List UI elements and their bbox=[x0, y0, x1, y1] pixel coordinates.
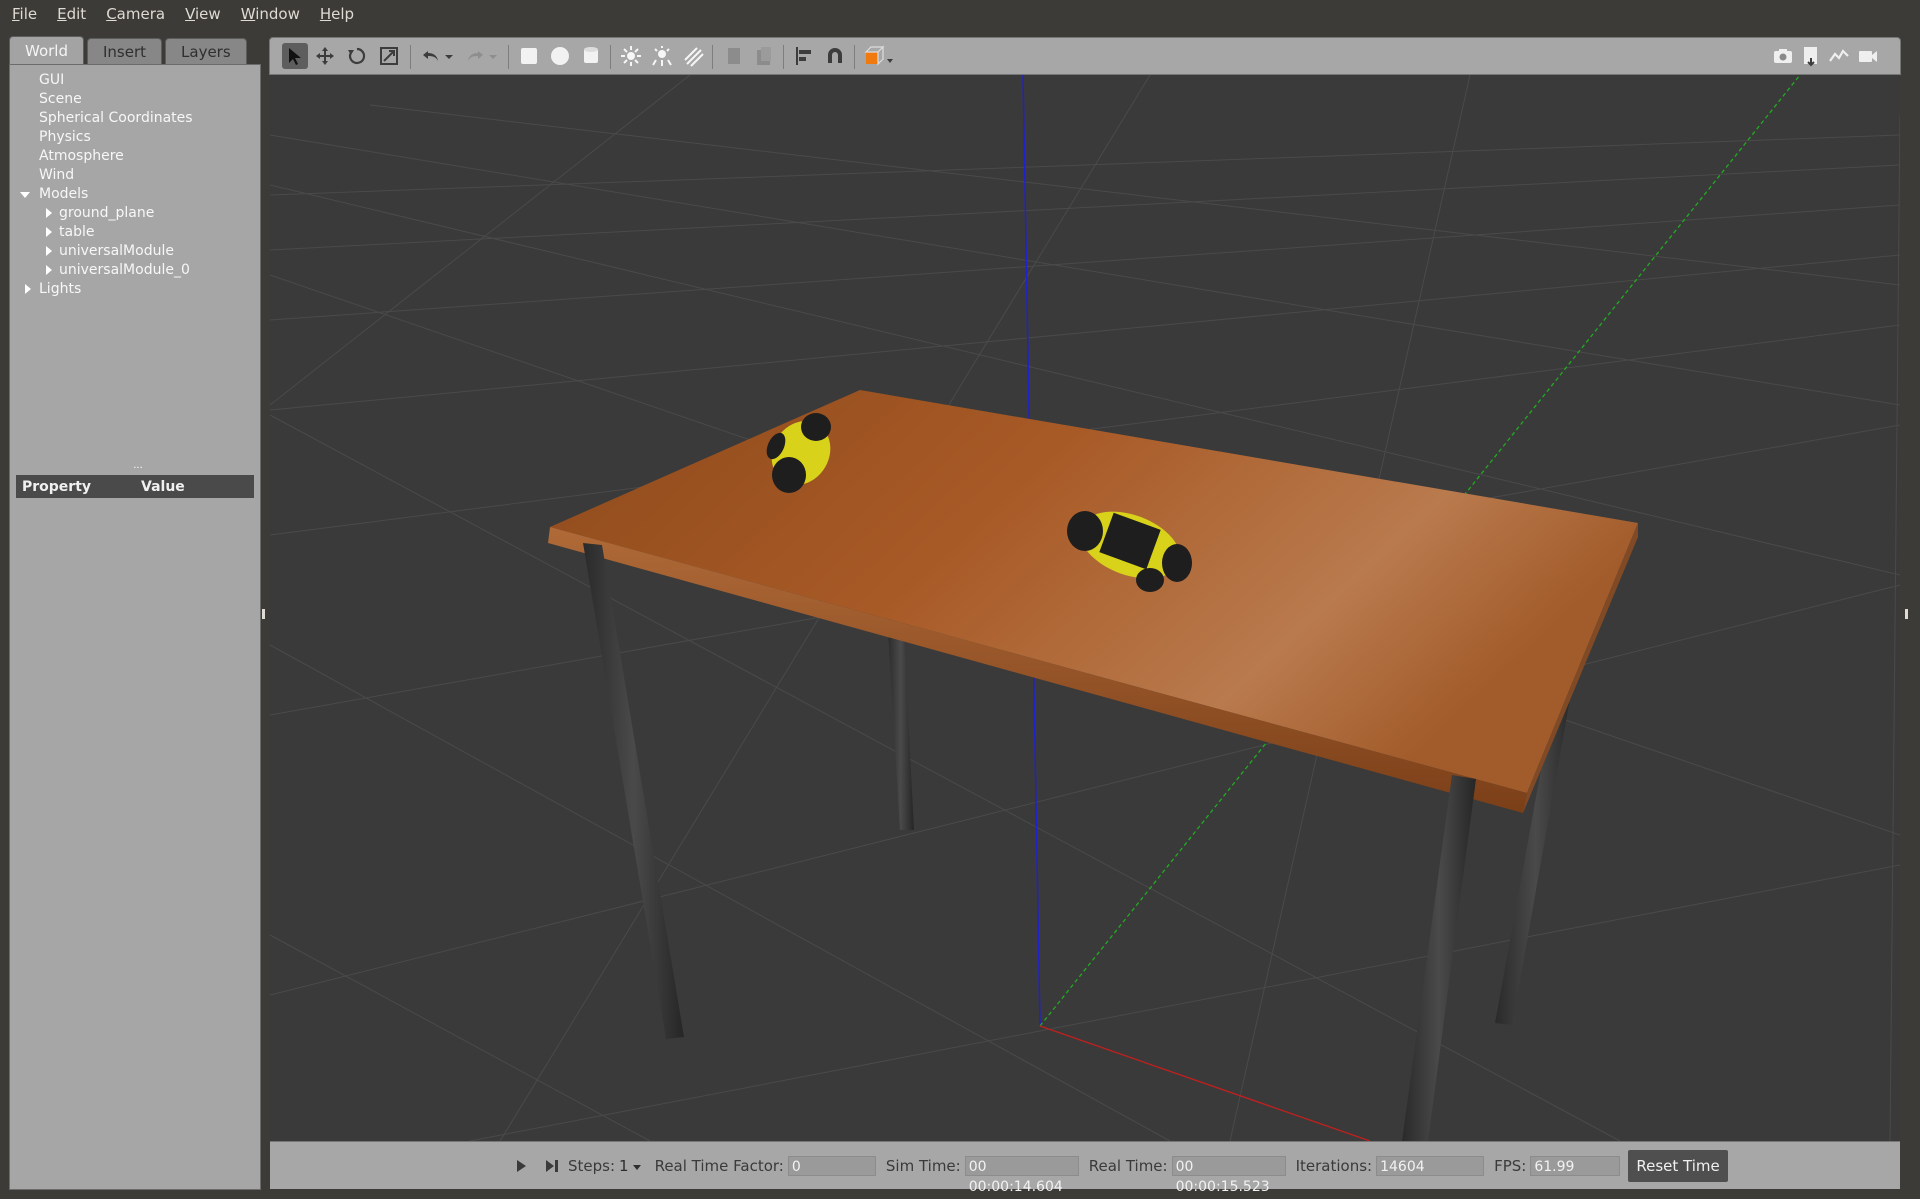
value-column-header[interactable]: Value bbox=[141, 479, 185, 495]
tree-item-models[interactable]: Models bbox=[10, 185, 260, 204]
align-icon[interactable] bbox=[791, 43, 817, 69]
undo-icon[interactable] bbox=[418, 43, 444, 69]
menu-edit[interactable]: Edit bbox=[45, 5, 94, 23]
left-panel-collapse-handle[interactable] bbox=[262, 609, 265, 619]
panel-splitter-handle[interactable]: ··· bbox=[133, 464, 143, 474]
tree-item-wind[interactable]: Wind bbox=[10, 166, 260, 185]
toolbar-separator bbox=[610, 45, 611, 69]
expand-right-icon[interactable] bbox=[46, 227, 52, 237]
table-leg-front-left bbox=[583, 543, 684, 1039]
tree-label-lights: Lights bbox=[39, 281, 82, 297]
tree-label: ground_plane bbox=[59, 205, 155, 221]
menu-file[interactable]: File bbox=[0, 5, 45, 23]
toolbar-separator bbox=[783, 45, 784, 69]
real-time-label: Real Time: bbox=[1088, 1156, 1168, 1175]
3d-scene-viewport[interactable] bbox=[270, 75, 1900, 1141]
main-toolbar bbox=[269, 37, 1901, 75]
sim-time-label: Sim Time: bbox=[885, 1156, 961, 1175]
spot-light-icon[interactable] bbox=[649, 43, 675, 69]
expand-down-icon[interactable] bbox=[20, 192, 30, 198]
reset-time-button[interactable]: Reset Time bbox=[1628, 1149, 1728, 1182]
box-icon[interactable] bbox=[516, 43, 542, 69]
tree-label: table bbox=[59, 224, 95, 240]
tree-item-universal-module[interactable]: universalModule bbox=[10, 242, 260, 261]
expand-right-icon[interactable] bbox=[25, 284, 31, 294]
copy-icon[interactable] bbox=[720, 43, 746, 69]
real-time-factor-field: 0 bbox=[787, 1155, 876, 1176]
toolbar-separator bbox=[508, 45, 509, 69]
snap-icon[interactable] bbox=[822, 43, 848, 69]
tree-item-gui[interactable]: GUI bbox=[10, 71, 260, 90]
sphere-icon[interactable] bbox=[547, 43, 573, 69]
undo-history-chevron-icon[interactable] bbox=[442, 43, 456, 69]
world-tree: GUI Scene Spherical Coordinates Physics … bbox=[10, 71, 260, 299]
cylinder-icon[interactable] bbox=[578, 43, 604, 69]
tree-item-table[interactable]: table bbox=[10, 223, 260, 242]
menu-window[interactable]: Window bbox=[229, 5, 308, 23]
play-icon[interactable] bbox=[514, 1156, 534, 1176]
tree-item-physics[interactable]: Physics bbox=[10, 128, 260, 147]
tree-label: universalModule_0 bbox=[59, 262, 190, 278]
tree-item-scene[interactable]: Scene bbox=[10, 90, 260, 109]
tree-item-universal-module-0[interactable]: universalModule_0 bbox=[10, 261, 260, 280]
select-mode-icon[interactable] bbox=[282, 43, 308, 69]
sim-time-field: 00 00:00:14.604 bbox=[964, 1155, 1079, 1195]
expand-right-icon[interactable] bbox=[46, 208, 52, 218]
menu-help[interactable]: Help bbox=[308, 5, 362, 23]
steps-label: Steps: bbox=[568, 1156, 616, 1175]
steps-value[interactable]: 1 bbox=[619, 1157, 629, 1175]
paste-icon[interactable] bbox=[751, 43, 777, 69]
fps-field: 61.99 bbox=[1530, 1155, 1621, 1176]
table-top bbox=[550, 390, 1638, 793]
screenshot-icon[interactable] bbox=[1770, 43, 1796, 69]
tab-insert[interactable]: Insert bbox=[87, 38, 163, 65]
property-table-header: Property Value bbox=[16, 475, 254, 498]
step-icon[interactable] bbox=[544, 1156, 564, 1176]
table-leg-front-right bbox=[1402, 775, 1476, 1141]
expand-right-icon[interactable] bbox=[46, 246, 52, 256]
log-icon[interactable] bbox=[1798, 43, 1824, 69]
toolbar-separator bbox=[712, 45, 713, 69]
fps-label: FPS: bbox=[1494, 1156, 1527, 1175]
simulation-status-bar: Steps: 1 Real Time Factor: 0 Sim Time: 0… bbox=[270, 1141, 1900, 1195]
left-tabs: World Insert Layers bbox=[9, 36, 261, 65]
property-column-header[interactable]: Property bbox=[16, 479, 141, 495]
tree-label-models: Models bbox=[39, 186, 89, 202]
menu-view[interactable]: View bbox=[173, 5, 229, 23]
point-light-icon[interactable] bbox=[618, 43, 644, 69]
tab-layers[interactable]: Layers bbox=[165, 38, 247, 65]
table-leg-back-left bbox=[887, 615, 914, 830]
redo-icon[interactable] bbox=[462, 43, 488, 69]
x-axis-line bbox=[1039, 1025, 1371, 1141]
tree-label: universalModule bbox=[59, 243, 174, 259]
plot-icon[interactable] bbox=[1826, 43, 1852, 69]
iterations-label: Iterations: bbox=[1295, 1156, 1373, 1175]
right-panel-collapse-handle[interactable] bbox=[1905, 609, 1908, 619]
scene-render bbox=[270, 75, 1900, 1141]
menu-bar: File Edit Camera View Window Help bbox=[0, 0, 1920, 28]
scale-mode-icon[interactable] bbox=[376, 43, 402, 69]
redo-history-chevron-icon[interactable] bbox=[486, 43, 500, 69]
view-angle-icon[interactable] bbox=[862, 43, 896, 69]
translate-mode-icon[interactable] bbox=[312, 43, 338, 69]
real-time-field: 00 00:00:15.523 bbox=[1171, 1155, 1286, 1195]
steps-chevron-icon[interactable] bbox=[632, 1165, 641, 1170]
expand-right-icon[interactable] bbox=[46, 265, 52, 275]
toolbar-separator bbox=[410, 45, 411, 69]
left-panel: World Insert Layers GUI Scene Spherical … bbox=[9, 36, 261, 1190]
world-tree-panel: GUI Scene Spherical Coordinates Physics … bbox=[9, 64, 261, 1190]
tree-item-lights[interactable]: Lights bbox=[10, 280, 260, 299]
tree-item-spherical-coordinates[interactable]: Spherical Coordinates bbox=[10, 109, 260, 128]
iterations-field: 14604 bbox=[1376, 1155, 1485, 1176]
tab-world[interactable]: World bbox=[9, 36, 84, 65]
toolbar-separator bbox=[854, 45, 855, 69]
directional-light-icon[interactable] bbox=[680, 43, 706, 69]
tree-item-atmosphere[interactable]: Atmosphere bbox=[10, 147, 260, 166]
real-time-factor-label: Real Time Factor: bbox=[654, 1156, 784, 1175]
video-record-icon[interactable] bbox=[1855, 43, 1881, 69]
rotate-mode-icon[interactable] bbox=[344, 43, 370, 69]
tree-item-ground-plane[interactable]: ground_plane bbox=[10, 204, 260, 223]
menu-camera[interactable]: Camera bbox=[94, 5, 173, 23]
